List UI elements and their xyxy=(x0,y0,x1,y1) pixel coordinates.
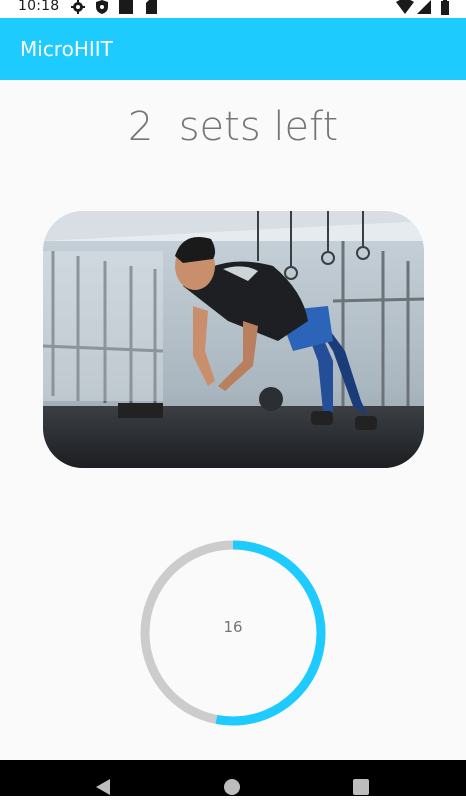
app-title: MicroHIIT xyxy=(20,37,113,61)
app-bar: MicroHIIT xyxy=(0,18,466,80)
battery-icon xyxy=(440,0,450,19)
sd-card-icon xyxy=(145,0,158,19)
gear-icon xyxy=(70,0,86,19)
navigation-bar xyxy=(0,760,466,796)
shield-icon xyxy=(95,0,109,19)
workout-image xyxy=(43,211,424,468)
status-time: 10:18 xyxy=(18,0,60,14)
signal-icon xyxy=(416,0,432,19)
home-icon[interactable] xyxy=(223,778,241,800)
timer-value: 16 xyxy=(223,618,243,636)
sets-left-label: 2 sets left xyxy=(127,104,339,150)
back-icon[interactable] xyxy=(94,778,112,800)
countdown-timer: 16 xyxy=(140,540,326,726)
status-bar: 10:18 xyxy=(0,0,466,18)
recents-icon[interactable] xyxy=(352,778,370,800)
wifi-icon xyxy=(396,0,414,19)
notification-square-icon xyxy=(118,0,134,19)
